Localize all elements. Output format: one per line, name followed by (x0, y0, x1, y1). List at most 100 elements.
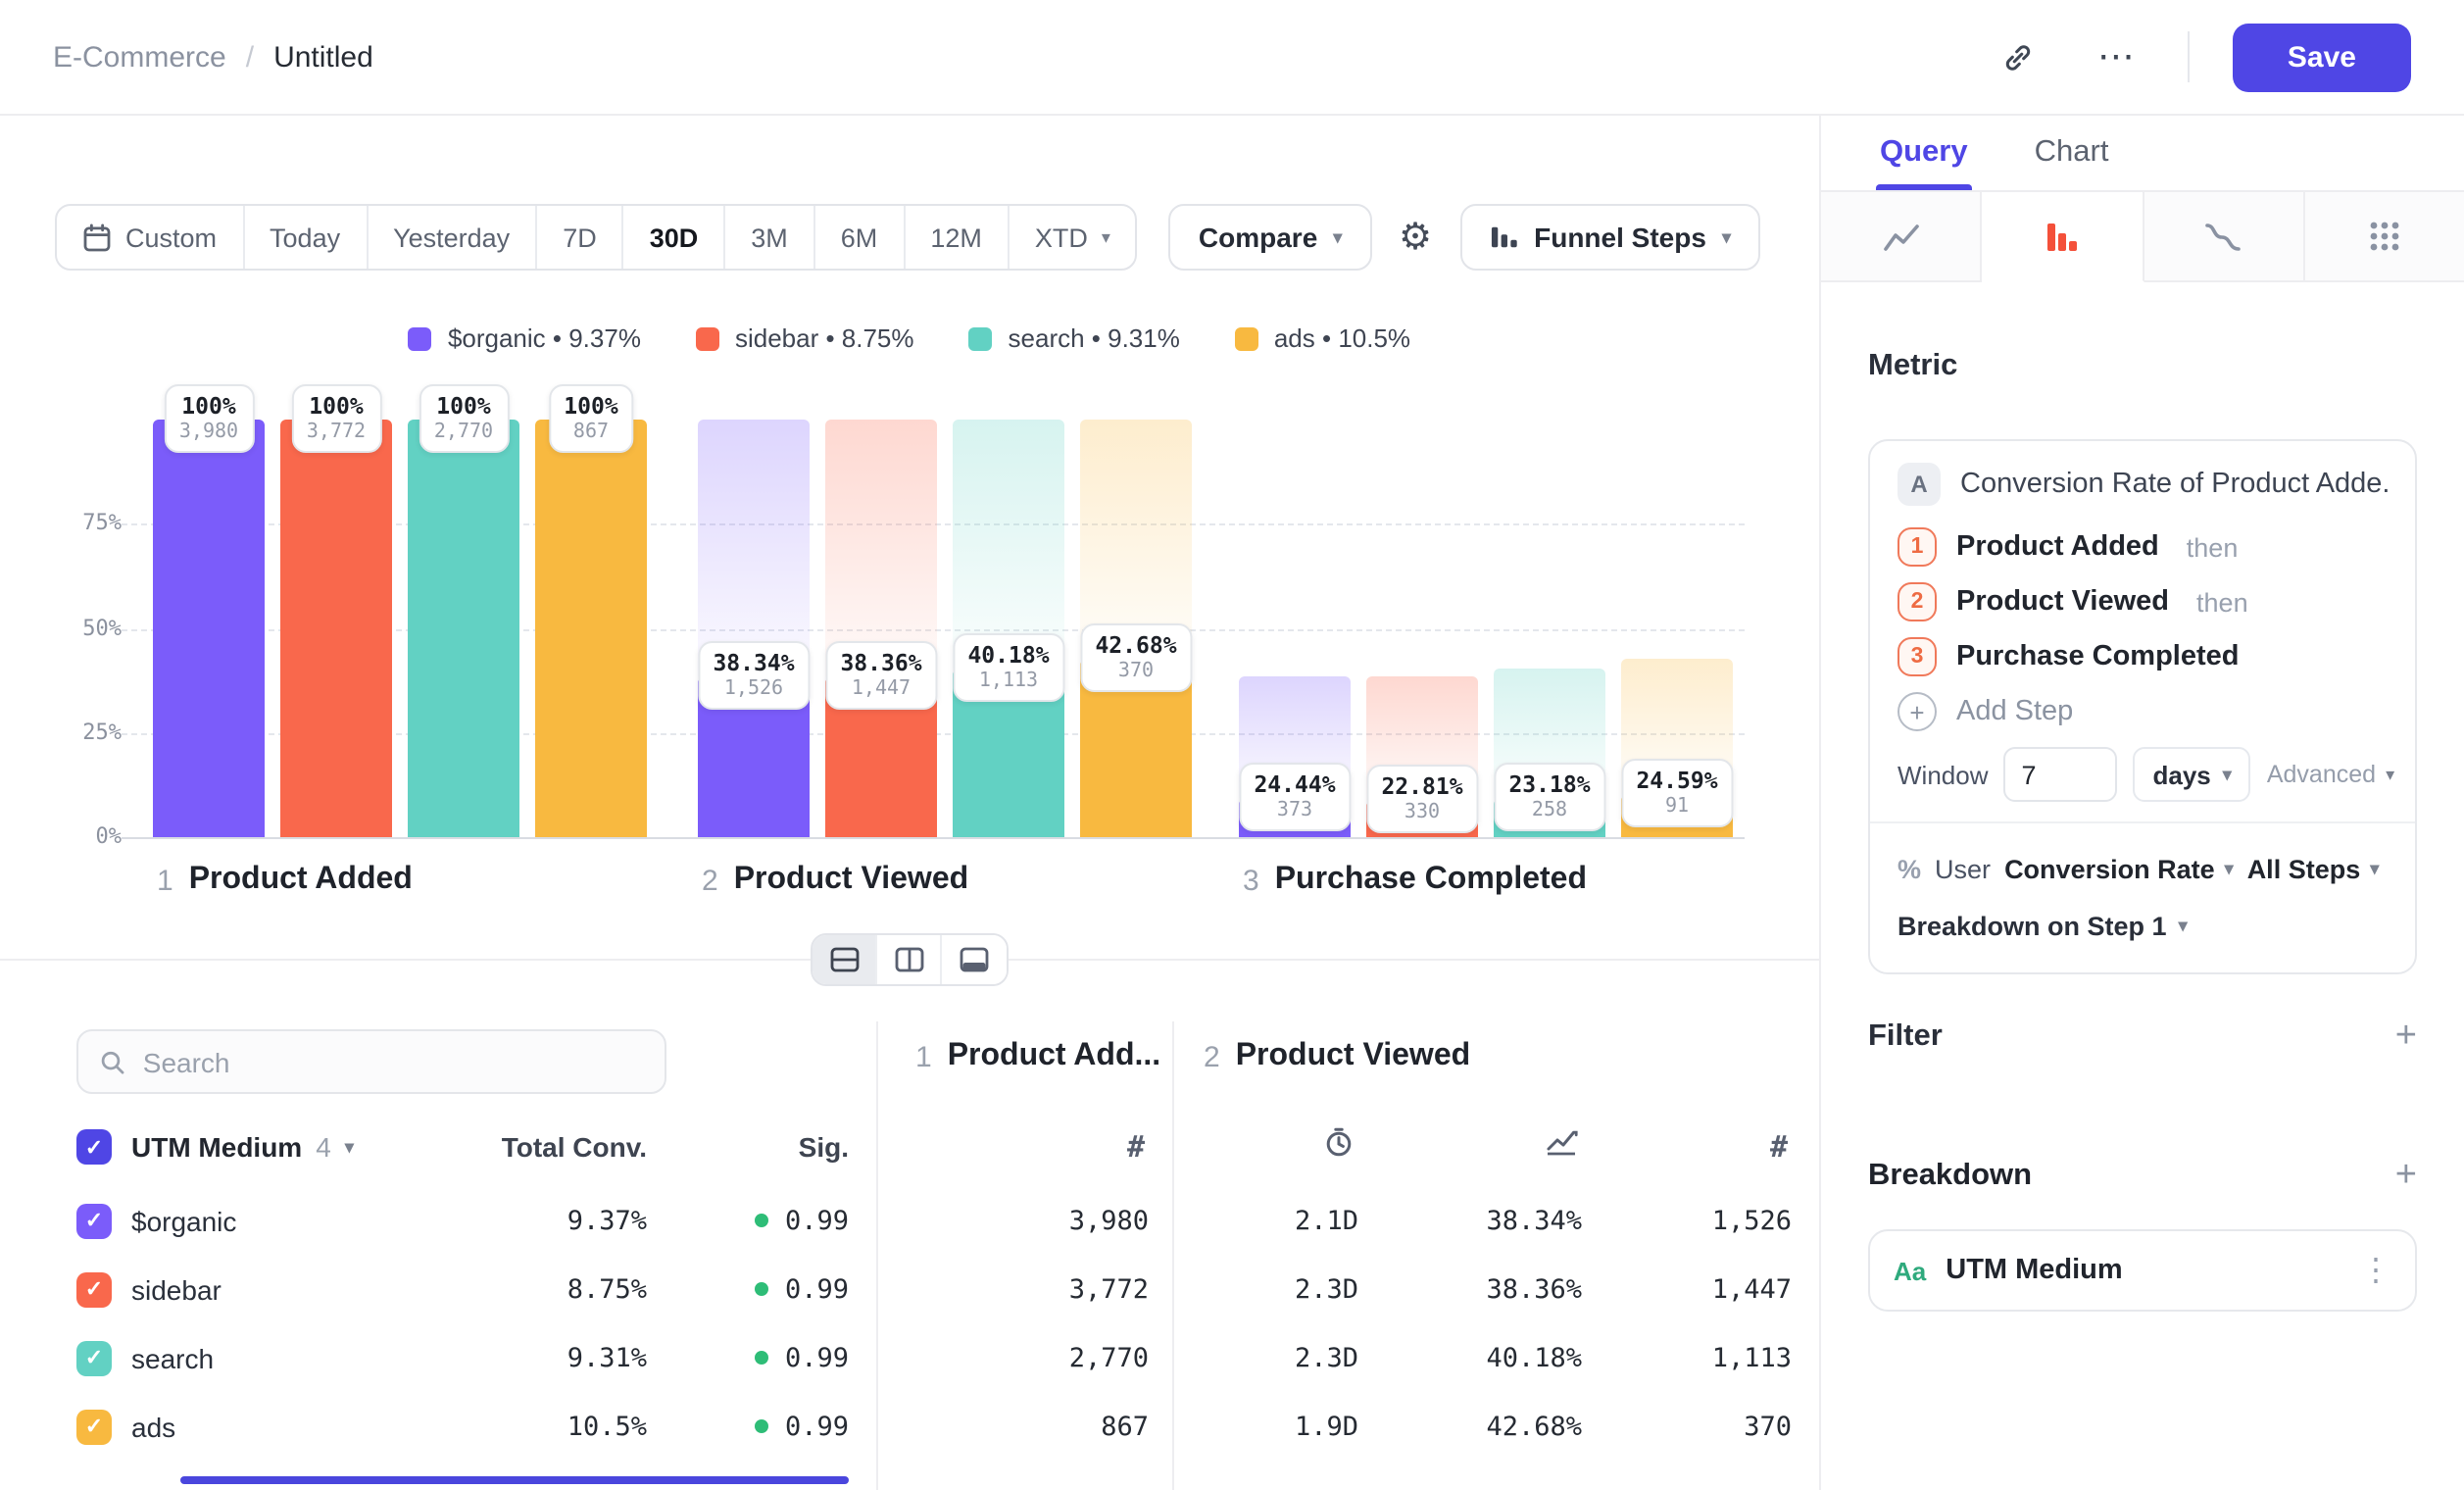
advanced-toggle[interactable]: Advanced ▾ (2267, 761, 2394, 788)
breadcrumb-current[interactable]: Untitled (273, 40, 373, 74)
table-search[interactable] (76, 1029, 666, 1094)
retention-chart-tab[interactable] (2144, 192, 2305, 282)
funnel-bar-organic-step1[interactable] (153, 420, 265, 837)
breakdown-table: 1 Product Add... 2 Product Viewed ✓ UTM … (0, 1021, 1819, 1490)
metric-step-1[interactable]: 1Product Addedthen (1897, 520, 2388, 574)
add-filter-button[interactable]: + (2395, 1018, 2417, 1055)
measure-entity-toggle[interactable]: User (1935, 854, 1991, 883)
range-tab-label: 6M (841, 223, 878, 252)
funnel-chart-tab[interactable] (1983, 192, 2144, 282)
chevron-down-icon: ▾ (1333, 228, 1342, 246)
table-row-search[interactable]: ✓search9.31%0.992,7702.3D40.18%1,113 (0, 1323, 1819, 1392)
metric-title-row[interactable]: A Conversion Rate of Product Adde... (1897, 465, 2388, 504)
funnel-bar-sidebar-step1[interactable] (280, 420, 392, 837)
row-checkbox[interactable]: ✓ (76, 1203, 112, 1238)
legend-item-organic[interactable]: $organic • 9.37% (409, 323, 641, 353)
advanced-label: Advanced (2267, 761, 2376, 788)
range-tab-xtd[interactable]: XTD▾ (1010, 206, 1136, 269)
metric-step-3[interactable]: 3Purchase Completed (1897, 629, 2388, 684)
metric-step-name: Product Added (1956, 531, 2159, 563)
step1-count: 867 (1101, 1411, 1149, 1442)
row-checkbox-cell: ✓ (76, 1340, 112, 1375)
legend-item-search[interactable]: search • 9.31% (969, 323, 1180, 353)
row-name: $organic (131, 1205, 236, 1236)
sig-value: 0.99 (756, 1205, 849, 1236)
window-unit-select[interactable]: days ▾ (2134, 747, 2251, 802)
sig-value: 0.99 (756, 1342, 849, 1373)
step2-conversion: 42.68% (1486, 1411, 1582, 1442)
horizontal-scrollbar-thumb[interactable] (180, 1476, 849, 1484)
compare-button[interactable]: Compare ▾ (1169, 204, 1371, 271)
step-number-badge: 3 (1897, 637, 1937, 676)
kebab-menu-icon[interactable]: ⋮ (2360, 1251, 2391, 1290)
step-number: 2 (702, 864, 718, 897)
step2-count: 1,526 (1712, 1205, 1792, 1236)
line-chart-tab[interactable] (1821, 192, 1983, 282)
settings-button[interactable]: ⚙ (1399, 215, 1432, 260)
row-checkbox[interactable]: ✓ (76, 1409, 112, 1444)
breakdown-column-label: UTM Medium (131, 1131, 302, 1163)
bottom-panel-view-icon (960, 947, 989, 972)
range-tab-12m[interactable]: 12M (905, 206, 1010, 269)
share-link-button[interactable] (1992, 29, 2046, 84)
range-tab-yesterday[interactable]: Yesterday (368, 206, 537, 269)
legend-color-chip (1235, 326, 1258, 350)
row-checkbox[interactable]: ✓ (76, 1271, 112, 1307)
gridline-0 (122, 837, 1745, 839)
total-conv-header: Total Conv. (502, 1131, 647, 1163)
view-split-button[interactable] (813, 935, 877, 984)
bar-percent: 100% (179, 392, 238, 420)
step2-count: 370 (1744, 1411, 1792, 1442)
search-input[interactable] (143, 1046, 643, 1077)
text-property-icon: Aa (1894, 1256, 1926, 1285)
measure-scope-dropdown[interactable]: All Steps ▾ (2247, 854, 2380, 883)
range-tab-custom[interactable]: Custom (57, 206, 244, 269)
bar-percent: 40.18% (967, 642, 1049, 670)
bar-count: 373 (1254, 800, 1335, 821)
grid-dots-icon (2368, 220, 2401, 253)
date-range-tabs: CustomTodayYesterday7D30D3M 6M 12MXTD▾ (55, 204, 1138, 271)
row-checkbox[interactable]: ✓ (76, 1340, 112, 1375)
breakdown-column-header[interactable]: UTM Medium 4 ▾ (131, 1131, 354, 1163)
breadcrumb-root[interactable]: E-Commerce (53, 40, 226, 74)
save-button[interactable]: Save (2233, 23, 2411, 91)
step-name: Product Viewed (734, 863, 968, 898)
table-row-sidebar[interactable]: ✓sidebar8.75%0.993,7722.3D38.36%1,447 (0, 1255, 1819, 1323)
table-row-organic[interactable]: ✓$organic9.37%0.993,9802.1D38.34%1,526 (0, 1186, 1819, 1255)
bar-percent: 22.81% (1381, 773, 1462, 801)
metric-step-2[interactable]: 2Product Viewedthen (1897, 574, 2388, 629)
more-charts-tab[interactable] (2305, 192, 2464, 282)
funnel-bar-search-step1[interactable] (408, 420, 519, 837)
funnel-bar-ads-step1[interactable] (535, 420, 647, 837)
step-connector-label: then (2196, 587, 2248, 617)
range-tab-6m[interactable]: 6M (815, 206, 906, 269)
measure-type-dropdown[interactable]: Conversion Rate ▾ (2004, 854, 2234, 883)
range-tab-7d[interactable]: 7D (537, 206, 624, 269)
breakdown-item[interactable]: Aa UTM Medium ⋮ (1868, 1229, 2417, 1312)
window-value-input[interactable] (2004, 747, 2118, 802)
range-tab-today[interactable]: Today (244, 206, 368, 269)
range-tab-30d[interactable]: 30D (624, 206, 726, 269)
table-header-row: ✓ UTM Medium 4 ▾ Total Conv. Sig. # (0, 1108, 1819, 1186)
metric-steps: 1Product Addedthen2Product Viewedthen3Pu… (1897, 520, 2388, 684)
breakdown-on-step-dropdown[interactable]: Breakdown on Step 1 ▾ (1897, 902, 2388, 949)
view-bottom-button[interactable] (942, 935, 1007, 984)
range-tab-3m[interactable]: 3M (725, 206, 815, 269)
legend-item-sidebar[interactable]: sidebar • 8.75% (696, 323, 914, 353)
legend-item-ads[interactable]: ads • 10.5% (1235, 323, 1410, 353)
chevron-down-icon: ▾ (2370, 860, 2379, 877)
view-columns-button[interactable] (877, 935, 942, 984)
group-step-name: Product Add... (948, 1039, 1160, 1074)
tab-chart[interactable]: Chart (2035, 116, 2109, 190)
metric-title: Conversion Rate of Product Adde... (1960, 469, 2388, 500)
tab-query[interactable]: Query (1880, 116, 1968, 190)
more-options-button[interactable]: ⋯ (2090, 29, 2144, 84)
select-all-checkbox[interactable]: ✓ (76, 1129, 112, 1165)
table-row-ads[interactable]: ✓ads10.5%0.998671.9D42.68%370 (0, 1392, 1819, 1461)
row-name: sidebar (131, 1273, 222, 1305)
sig-status-dot (756, 1419, 769, 1433)
add-step-button[interactable]: + Add Step (1897, 684, 2388, 739)
search-icon (100, 1048, 125, 1075)
chart-type-button[interactable]: Funnel Steps ▾ (1459, 204, 1760, 271)
add-breakdown-button[interactable]: + (2395, 1157, 2417, 1194)
